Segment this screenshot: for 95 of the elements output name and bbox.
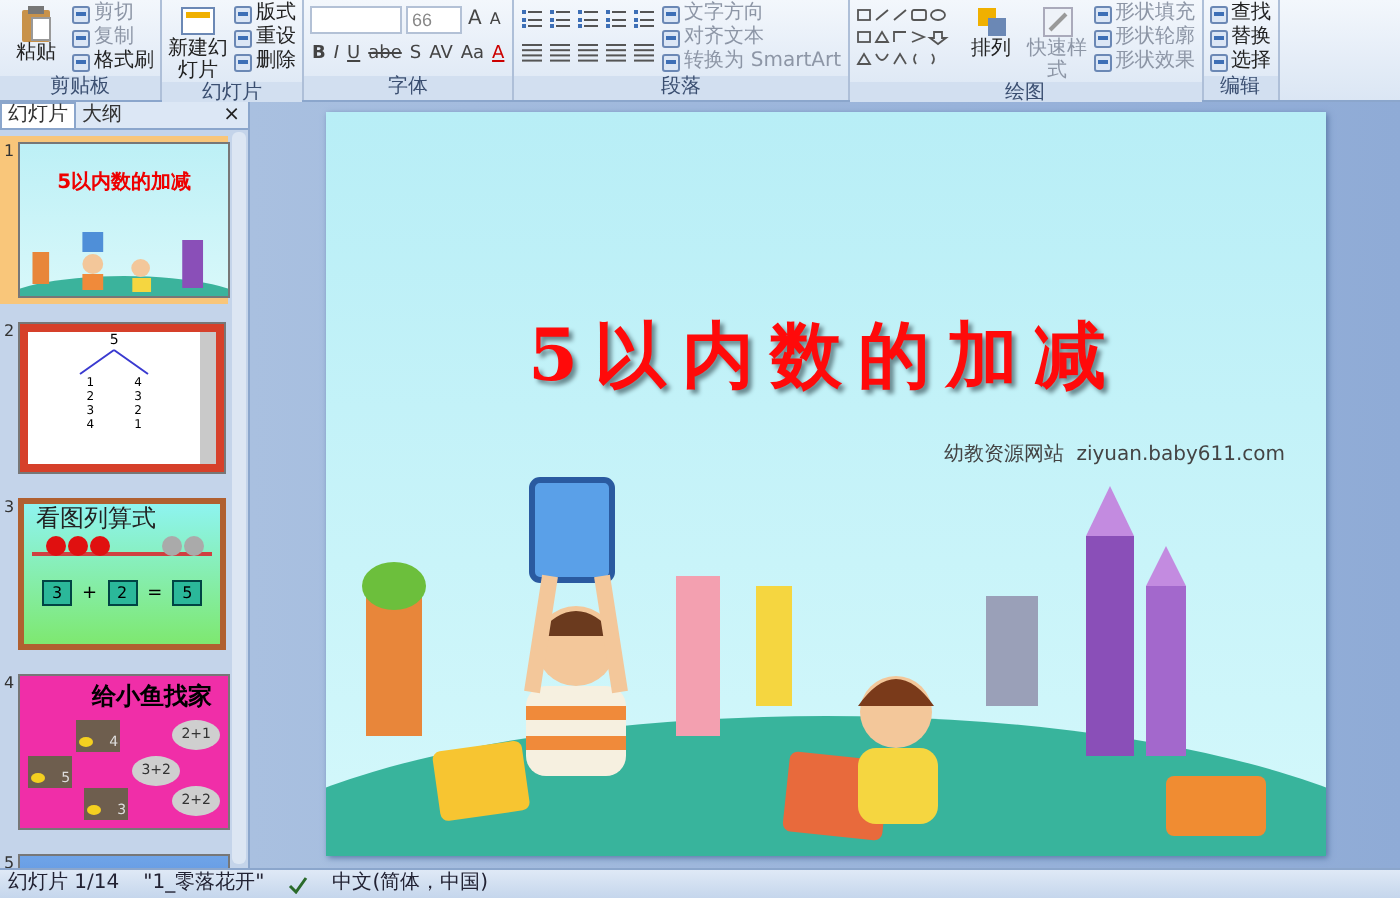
list-button[interactable] bbox=[632, 7, 657, 31]
format-button[interactable]: AV bbox=[427, 41, 455, 65]
ribbon-button[interactable]: 版式 bbox=[234, 2, 296, 26]
list-icon bbox=[634, 10, 655, 28]
ribbon-button[interactable]: 查找 bbox=[1209, 2, 1272, 26]
format-button[interactable]: S bbox=[407, 41, 424, 65]
list-button[interactable] bbox=[548, 7, 573, 31]
align-button[interactable] bbox=[548, 41, 573, 65]
ribbon-button[interactable]: 格式刷 bbox=[72, 50, 154, 74]
ribbon-button[interactable]: 删除 bbox=[234, 50, 296, 74]
tool-icon bbox=[1209, 5, 1228, 23]
slide-number: 4 bbox=[4, 674, 15, 692]
panel-tab[interactable]: 幻灯片 bbox=[0, 102, 76, 128]
tool-icon bbox=[1209, 29, 1228, 47]
slide-count-text: 幻灯片 1/14 bbox=[8, 872, 120, 896]
font-size-field[interactable]: 66 bbox=[406, 5, 462, 33]
paste-button[interactable]: 粘贴 bbox=[6, 2, 66, 64]
tool-icon bbox=[662, 29, 681, 47]
close-button[interactable]: × bbox=[219, 103, 248, 127]
tool-icon bbox=[1093, 29, 1112, 47]
list-button[interactable] bbox=[520, 7, 545, 31]
align-icon bbox=[578, 44, 599, 62]
number-box: 2 bbox=[107, 580, 138, 606]
slide-icon bbox=[180, 6, 216, 38]
group-label: 段落 bbox=[514, 76, 848, 100]
align-button[interactable] bbox=[604, 41, 629, 65]
tool-icon bbox=[662, 53, 681, 71]
slide-thumbnail-row[interactable]: 5 bbox=[0, 848, 228, 868]
website-text: 幼教资源网站 ziyuan.baby611.com bbox=[943, 441, 1285, 468]
list-button[interactable] bbox=[576, 7, 601, 31]
tool-icon bbox=[234, 5, 252, 23]
slide-thumbnail[interactable]: 5以内数的加减 bbox=[18, 142, 231, 298]
number-box: 3 bbox=[42, 580, 73, 606]
format-button[interactable]: abe bbox=[366, 41, 404, 65]
shapes-icon bbox=[975, 6, 1008, 38]
slide-number: 5 bbox=[4, 854, 15, 868]
spell-check-icon[interactable] bbox=[288, 875, 309, 893]
tool-icon bbox=[1209, 53, 1228, 71]
tool-icon bbox=[72, 5, 90, 23]
tool-icon bbox=[72, 29, 90, 47]
operator-text: + bbox=[82, 583, 98, 603]
clipboard-icon bbox=[20, 6, 52, 42]
align-icon bbox=[606, 44, 627, 62]
fish-icon bbox=[86, 802, 103, 818]
arrange-button[interactable]: 排列 bbox=[961, 2, 1022, 60]
fish-icon bbox=[78, 734, 95, 750]
format-button[interactable]: I bbox=[331, 41, 342, 65]
format-button[interactable]: U bbox=[345, 41, 363, 65]
slide-number: 3 bbox=[4, 498, 15, 516]
shrink-font-button[interactable]: A bbox=[487, 7, 503, 31]
align-button[interactable] bbox=[576, 41, 601, 65]
align-icon bbox=[550, 44, 571, 62]
format-button[interactable]: A bbox=[490, 41, 507, 65]
scrollbar[interactable] bbox=[232, 132, 246, 864]
list-icon bbox=[578, 10, 599, 28]
format-button[interactable]: Aa bbox=[458, 41, 487, 65]
thumbnail-title: 看图列算式 bbox=[36, 504, 157, 532]
theme-name-text: "1_零落花开" bbox=[143, 872, 265, 896]
ribbon-button[interactable]: 选择 bbox=[1209, 50, 1272, 74]
tool-icon bbox=[234, 29, 252, 47]
list-icon bbox=[606, 10, 627, 28]
format-button[interactable]: B bbox=[310, 41, 328, 65]
list-icon bbox=[550, 10, 571, 28]
new-slide-button[interactable]: 新建幻灯片 bbox=[168, 2, 228, 82]
font-field[interactable] bbox=[310, 5, 402, 33]
slide-thumbnail-row[interactable]: 1 5以内数的加减 bbox=[0, 136, 228, 304]
align-icon bbox=[634, 44, 655, 62]
slide-thumbnail[interactable]: 看图列算式 3 + 2 = 5 bbox=[18, 498, 227, 650]
tool-icon bbox=[72, 53, 90, 71]
align-button[interactable] bbox=[520, 41, 545, 65]
language-text[interactable]: 中文(简体，中国) bbox=[332, 872, 489, 896]
slide-number: 1 bbox=[4, 142, 15, 160]
align-button[interactable] bbox=[632, 41, 657, 65]
tool-icon bbox=[662, 5, 681, 23]
slide-thumbnail-row[interactable]: 3 看图列算式 3 + 2 = 5 bbox=[0, 492, 228, 656]
list-icon bbox=[522, 10, 543, 28]
tool-icon bbox=[1093, 5, 1112, 23]
number-box: 5 bbox=[172, 580, 203, 606]
list-button[interactable] bbox=[604, 7, 629, 31]
grow-font-button[interactable]: A bbox=[466, 7, 484, 31]
brush-icon bbox=[1041, 6, 1074, 38]
ribbon-button[interactable]: 重设 bbox=[234, 26, 296, 50]
group-label: 编辑 bbox=[1203, 76, 1278, 100]
slide-number: 2 bbox=[4, 322, 15, 340]
slide-title: 5以内数的加减 bbox=[527, 312, 1123, 400]
fish-icon bbox=[30, 770, 47, 786]
group-label: 剪贴板 bbox=[0, 76, 160, 100]
thumbnail-title: 给小鱼找家 bbox=[92, 682, 213, 710]
tool-icon bbox=[234, 53, 252, 71]
thumbnail-title: 5以内数的加减 bbox=[57, 172, 192, 194]
align-icon bbox=[522, 44, 543, 62]
tool-icon bbox=[1093, 53, 1112, 71]
group-label: 字体 bbox=[304, 76, 513, 100]
ribbon-button[interactable]: 替换 bbox=[1209, 26, 1272, 50]
operator-text: = bbox=[147, 583, 163, 603]
